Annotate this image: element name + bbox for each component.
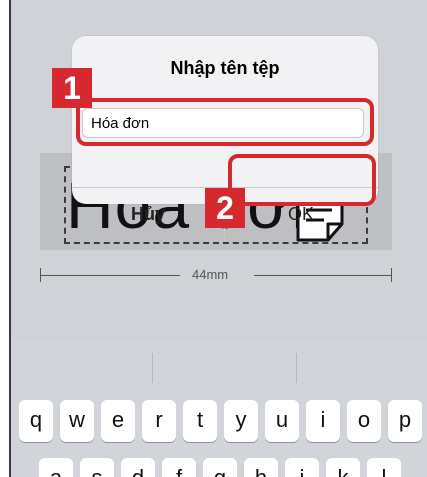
key-w[interactable]: w — [60, 400, 94, 442]
key-d[interactable]: d — [121, 458, 155, 477]
key-r[interactable]: r — [142, 400, 176, 442]
key-g[interactable]: g — [203, 458, 237, 477]
key-h[interactable]: h — [244, 458, 278, 477]
suggestion-divider — [296, 353, 297, 383]
step-2-badge: 2 — [205, 188, 245, 228]
key-a[interactable]: a — [39, 458, 73, 477]
key-q[interactable]: q — [19, 400, 53, 442]
key-f[interactable]: f — [162, 458, 196, 477]
suggestion-divider — [152, 353, 153, 383]
key-s[interactable]: s — [80, 458, 114, 477]
key-e[interactable]: e — [101, 400, 135, 442]
device-edge — [9, 0, 11, 477]
key-p[interactable]: p — [388, 400, 422, 442]
cancel-button[interactable]: Hủy — [72, 188, 224, 240]
ruler-end-tick — [391, 268, 392, 282]
key-j[interactable]: j — [285, 458, 319, 477]
device-bezel — [0, 0, 9, 477]
step-1-badge: 1 — [52, 68, 92, 108]
ruler-line-right — [254, 275, 392, 276]
width-measurement-label: 44mm — [192, 267, 229, 282]
key-u[interactable]: u — [265, 400, 299, 442]
app-screen: Hóa đơn 44mm q w e r t y u i o p a s d f… — [0, 0, 427, 477]
key-y[interactable]: y — [224, 400, 258, 442]
key-o[interactable]: o — [347, 400, 381, 442]
key-i[interactable]: i — [306, 400, 340, 442]
key-k[interactable]: k — [326, 458, 360, 477]
ruler-line-left — [40, 275, 180, 276]
key-l[interactable]: l — [367, 458, 401, 477]
dialog-title: Nhập tên tệp — [170, 58, 280, 78]
key-t[interactable]: t — [183, 400, 217, 442]
highlight-file-name-field — [76, 98, 374, 146]
highlight-ok-button — [228, 154, 376, 206]
